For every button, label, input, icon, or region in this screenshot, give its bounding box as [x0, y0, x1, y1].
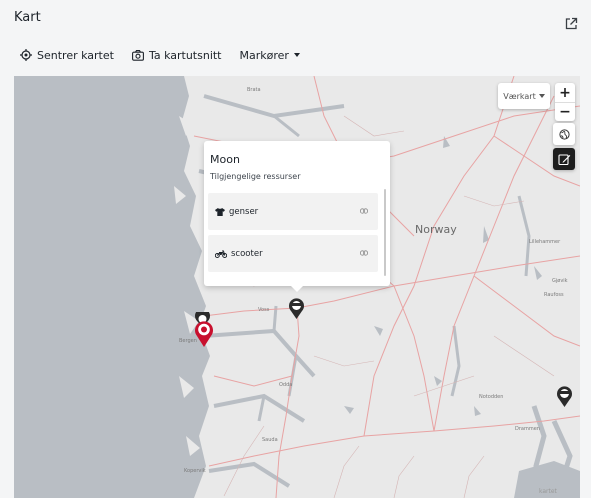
popup-title: Moon — [210, 153, 240, 166]
place-label-kopervik: Kopervik — [184, 468, 206, 474]
place-label-raufoss: Raufoss — [544, 292, 564, 298]
map-attribution: kartet — [539, 488, 557, 495]
map-pin-icon — [557, 386, 572, 407]
link-icon[interactable] — [360, 207, 368, 217]
map-marker[interactable] — [288, 298, 305, 324]
page-title: Kart — [14, 10, 41, 25]
place-label-odda: Odda — [279, 382, 293, 388]
edit-icon — [557, 153, 570, 165]
external-link-icon[interactable] — [564, 16, 580, 32]
map-canvas[interactable]: Brata Norway Lillehammer Raufoss Gjøvik … — [14, 76, 580, 498]
map-pin-selected-icon — [195, 321, 213, 347]
draw-button[interactable] — [553, 148, 575, 170]
resource-label: scooter — [231, 248, 263, 259]
center-map-label: Sentrer kartet — [37, 48, 114, 62]
place-label-norway: Norway — [415, 223, 457, 236]
map-toolbar: Sentrer kartet Ta kartutsnitt Markører — [20, 45, 318, 65]
place-label-lillehammer: Lillehammer — [529, 239, 561, 245]
crosshair-icon — [20, 49, 32, 61]
snapshot-button[interactable]: Ta kartutsnitt — [131, 48, 222, 62]
motorcycle-icon — [215, 250, 227, 258]
place-label-voss: Voss — [258, 307, 270, 313]
snapshot-label: Ta kartutsnitt — [148, 48, 222, 62]
resource-list: genser scooter — [208, 189, 381, 279]
shirt-icon — [215, 207, 225, 216]
place-label-notodden: Notodden — [479, 394, 504, 400]
list-item[interactable]: scooter — [208, 235, 378, 272]
place-label-brata: Brata — [247, 87, 261, 93]
marker-popup: Moon Tilgjengelige ressurser genser scoo… — [204, 141, 390, 292]
popup-subtitle: Tilgjengelige ressurser — [210, 172, 301, 181]
scrollbar[interactable] — [384, 189, 386, 276]
zoom-control: + − — [555, 83, 575, 121]
place-label-gjovik: Gjøvik — [552, 278, 568, 284]
map-pin-icon — [289, 298, 304, 319]
map-marker[interactable] — [556, 386, 573, 412]
list-item[interactable]: genser — [208, 193, 378, 230]
place-label-sauda: Sauda — [262, 437, 278, 443]
markers-dropdown[interactable]: Markører — [240, 49, 300, 62]
place-label-drammen: Drammen — [515, 426, 540, 432]
chevron-down-icon — [293, 53, 300, 57]
chevron-down-icon — [538, 94, 545, 98]
zoom-out-button[interactable]: − — [555, 102, 575, 121]
globe-icon — [558, 128, 570, 140]
link-icon[interactable] — [360, 249, 368, 259]
globe-button[interactable] — [553, 123, 575, 145]
camera-icon — [131, 49, 144, 61]
selected-map-marker[interactable] — [194, 320, 214, 352]
resource-label: genser — [229, 206, 259, 217]
weather-layer-select[interactable]: Værkart — [498, 83, 550, 109]
center-map-button[interactable]: Sentrer kartet — [20, 49, 114, 62]
weather-layer-label: Værkart — [503, 91, 536, 101]
zoom-in-button[interactable]: + — [555, 83, 575, 102]
markers-label: Markører — [239, 48, 289, 62]
